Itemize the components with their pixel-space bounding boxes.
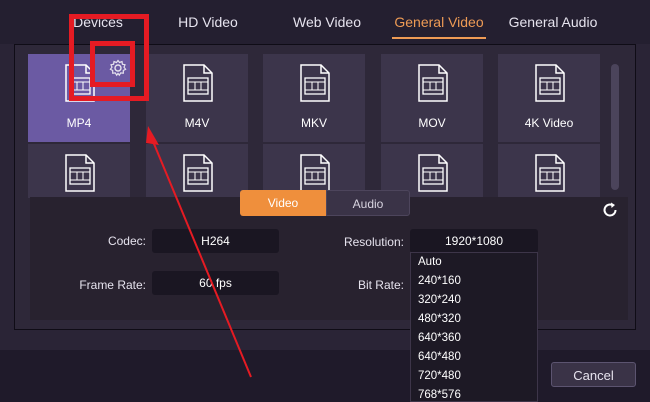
film-file-icon: [535, 64, 565, 102]
resolution-select[interactable]: 1920*1080: [410, 229, 538, 253]
reset-icon[interactable]: [600, 200, 620, 220]
tab-devices[interactable]: Devices: [58, 0, 138, 44]
resolution-dropdown: Auto 240*160 320*240 480*320 640*360 640…: [410, 252, 538, 402]
tab-hd-video[interactable]: HD Video: [168, 0, 248, 44]
film-file-icon: [418, 64, 448, 102]
tab-general-audio[interactable]: General Audio: [504, 0, 602, 44]
film-file-icon: [183, 64, 213, 102]
resolution-option[interactable]: 720*480: [411, 367, 537, 386]
resolution-option[interactable]: Auto: [411, 253, 537, 272]
resolution-label: Resolution:: [343, 235, 404, 249]
codec-label: Codec:: [107, 234, 146, 248]
format-tile-mkv[interactable]: MKV: [263, 54, 365, 142]
format-label: M4V: [184, 116, 210, 130]
tab-video-settings[interactable]: Video: [240, 190, 326, 216]
resolution-option[interactable]: 480*320: [411, 310, 537, 329]
format-label: MP4: [66, 116, 92, 130]
format-tile[interactable]: [146, 144, 248, 198]
film-file-icon: [183, 154, 213, 192]
resolution-option[interactable]: 240*160: [411, 272, 537, 291]
resolution-option[interactable]: 320*240: [411, 291, 537, 310]
frame-rate-select[interactable]: 60 fps: [152, 271, 279, 295]
format-tile-m4v[interactable]: M4V: [146, 54, 248, 142]
film-file-icon: [418, 154, 448, 192]
film-file-icon: [65, 154, 95, 192]
tab-audio-settings[interactable]: Audio: [326, 190, 410, 216]
bit-rate-label: Bit Rate:: [357, 278, 404, 292]
format-label: MOV: [418, 116, 446, 130]
category-tab-bar: Devices HD Video Web Video General Video…: [0, 0, 650, 44]
format-label: 4K Video: [524, 116, 574, 130]
format-grid-scrollbar[interactable]: [611, 64, 619, 190]
cancel-button[interactable]: Cancel: [551, 362, 636, 387]
tab-web-video[interactable]: Web Video: [280, 0, 374, 44]
format-tile-mp4[interactable]: MP4: [28, 54, 130, 142]
film-file-icon: [300, 154, 330, 192]
format-tile-4k-video[interactable]: 4K Video: [498, 54, 600, 142]
format-tile[interactable]: [28, 144, 130, 198]
resolution-option[interactable]: 640*480: [411, 348, 537, 367]
format-tile-mov[interactable]: MOV: [381, 54, 483, 142]
film-file-icon: [535, 154, 565, 192]
format-label: MKV: [300, 116, 327, 130]
resolution-option[interactable]: 768*576: [411, 386, 537, 401]
film-file-icon: [300, 64, 330, 102]
codec-select[interactable]: H264: [152, 229, 279, 253]
gear-icon[interactable]: [108, 58, 128, 78]
frame-rate-label: Frame Rate:: [79, 278, 146, 292]
format-tile[interactable]: [498, 144, 600, 198]
resolution-option[interactable]: 640*360: [411, 329, 537, 348]
active-tab-underline: [392, 37, 486, 39]
film-file-icon: [65, 64, 95, 102]
